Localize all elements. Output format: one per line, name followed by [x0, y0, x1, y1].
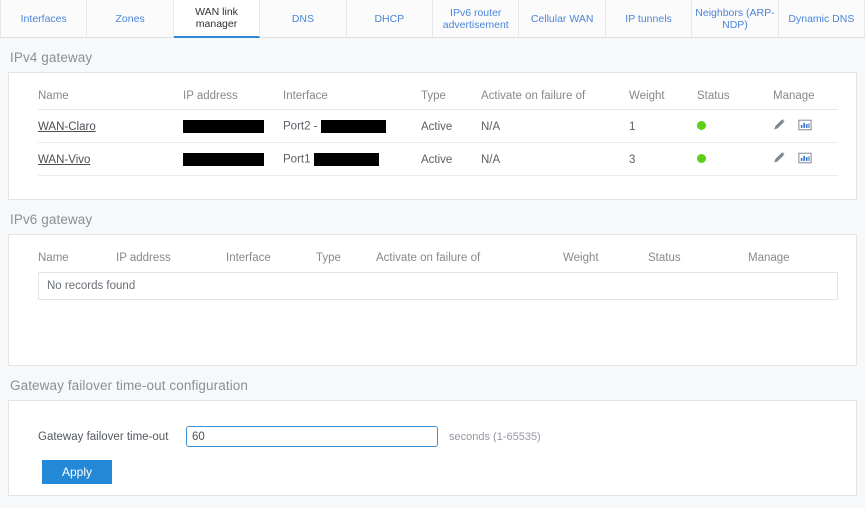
ipv6-gateway-card: Name IP address Interface Type Activate … — [8, 234, 857, 366]
column-header-status: Status — [697, 90, 773, 110]
redaction-bar-interface — [320, 120, 386, 133]
column-header-activate-on-failure-of: Activate on failure of — [376, 252, 481, 264]
column-header-status: Status — [648, 252, 681, 264]
gateway-name-link[interactable]: WAN-Vivo — [38, 154, 90, 166]
column-header-type: Type — [421, 90, 481, 110]
status-indicator-up — [697, 120, 706, 130]
statistics-icon[interactable] — [798, 118, 812, 135]
status-indicator-up — [697, 153, 706, 163]
table-header-row: Name IP address Interface Type Activate … — [38, 252, 838, 272]
interface-text: Port2 - — [283, 120, 318, 133]
tab-label: Neighbors (ARP-NDP) — [695, 6, 775, 31]
ipv4-gateway-title: IPv4 gateway — [10, 50, 93, 65]
tab-label: Cellular WAN — [530, 12, 594, 25]
tab-label: Dynamic DNS — [788, 12, 855, 25]
tab-label: Interfaces — [20, 12, 67, 25]
column-header-manage: Manage — [748, 252, 790, 264]
ipv4-gateway-section: IPv4 gateway Name IP address Interface T… — [0, 38, 865, 200]
failover-timeout-label: Gateway failover time-out — [38, 430, 169, 443]
tab-cellular-wan[interactable]: Cellular WAN — [519, 0, 606, 37]
cell-name: WAN-Claro — [38, 109, 183, 143]
cell-ip-address — [183, 142, 283, 176]
tab-wan-link-manager[interactable]: WAN link manager — [173, 0, 261, 38]
column-header-activate-on-failure-of: Activate on failure of — [481, 90, 629, 110]
cell-type: Active — [421, 142, 481, 176]
tab-dns[interactable]: DNS — [260, 0, 347, 37]
tab-label: WAN link manager — [195, 6, 238, 30]
column-header-name: Name — [38, 90, 183, 110]
cell-activate-on-failure-of: N/A — [481, 142, 629, 176]
failover-timeout-hint: seconds (1-65535) — [449, 430, 541, 443]
tab-label: DHCP — [374, 12, 405, 25]
ipv6-gateway-section: IPv6 gateway Name IP address Interface T… — [0, 200, 865, 366]
edit-icon[interactable] — [773, 151, 787, 168]
tab-interfaces[interactable]: Interfaces — [0, 0, 88, 37]
cell-ip-address — [183, 109, 283, 143]
column-header-manage: Manage — [773, 90, 838, 110]
cell-status — [697, 142, 773, 176]
cell-activate-on-failure-of: N/A — [481, 109, 629, 143]
table-row: WAN-Claro Port2 - Active N/A 1 — [38, 109, 838, 143]
tab-ipv6-router-advertisement[interactable]: IPv6 router advertisement — [433, 0, 520, 37]
gateway-name-link[interactable]: WAN-Claro — [38, 121, 96, 133]
redaction-bar-interface — [313, 153, 379, 166]
tab-label: IP tunnels — [625, 12, 672, 25]
failover-config-title: Gateway failover time-out configuration — [10, 378, 249, 393]
cell-manage — [773, 109, 838, 143]
ipv6-gateway-table: Name IP address Interface Type Activate … — [38, 252, 838, 272]
column-header-weight: Weight — [563, 252, 599, 264]
column-header-interface: Interface — [226, 252, 271, 264]
column-header-ip-address: IP address — [183, 90, 283, 110]
cell-type: Active — [421, 109, 481, 143]
redaction-bar-ip — [183, 120, 264, 133]
apply-button[interactable]: Apply — [42, 460, 112, 484]
cell-weight: 1 — [629, 109, 697, 143]
table-header-row: Name IP address Interface Type Activate … — [38, 90, 838, 110]
failover-config-card: Gateway failover time-out seconds (1-655… — [8, 400, 857, 496]
interface-text: Port1 — [283, 153, 311, 166]
tab-dynamic-dns[interactable]: Dynamic DNS — [778, 0, 865, 37]
column-header-ip-address: IP address — [116, 252, 171, 264]
column-header-type: Type — [316, 252, 341, 264]
main-tab-bar: Interfaces Zones WAN link manager DNS DH… — [0, 0, 865, 38]
tab-ip-tunnels[interactable]: IP tunnels — [605, 0, 693, 37]
column-header-weight: Weight — [629, 90, 697, 110]
cell-manage — [773, 142, 838, 176]
cell-weight: 3 — [629, 142, 697, 176]
tab-label: DNS — [291, 12, 314, 25]
cell-name: WAN-Vivo — [38, 142, 183, 176]
failover-timeout-input[interactable] — [186, 426, 438, 447]
tab-neighbors-arp-ndp[interactable]: Neighbors (ARP-NDP) — [692, 0, 779, 37]
ipv4-gateway-card: Name IP address Interface Type Activate … — [8, 72, 857, 200]
redaction-bar-ip — [183, 153, 264, 166]
tab-zones[interactable]: Zones — [87, 0, 174, 37]
cell-status — [697, 109, 773, 143]
column-header-name: Name — [38, 252, 69, 264]
ipv4-gateway-table: Name IP address Interface Type Activate … — [38, 90, 838, 176]
ipv6-no-records-message: No records found — [38, 272, 838, 300]
failover-config-section: Gateway failover time-out configuration … — [0, 366, 865, 496]
cell-interface: Port1 — [283, 142, 421, 176]
tab-label: Zones — [115, 12, 145, 25]
edit-icon[interactable] — [773, 118, 787, 135]
failover-timeout-row: Gateway failover time-out seconds (1-655… — [38, 426, 856, 447]
column-header-interface: Interface — [283, 90, 421, 110]
tab-label: IPv6 router advertisement — [442, 6, 509, 31]
ipv6-gateway-title: IPv6 gateway — [10, 212, 93, 227]
statistics-icon[interactable] — [798, 151, 812, 168]
table-row: WAN-Vivo Port1 Active N/A 3 — [38, 142, 838, 176]
tab-dhcp[interactable]: DHCP — [346, 0, 434, 37]
cell-interface: Port2 - — [283, 109, 421, 143]
